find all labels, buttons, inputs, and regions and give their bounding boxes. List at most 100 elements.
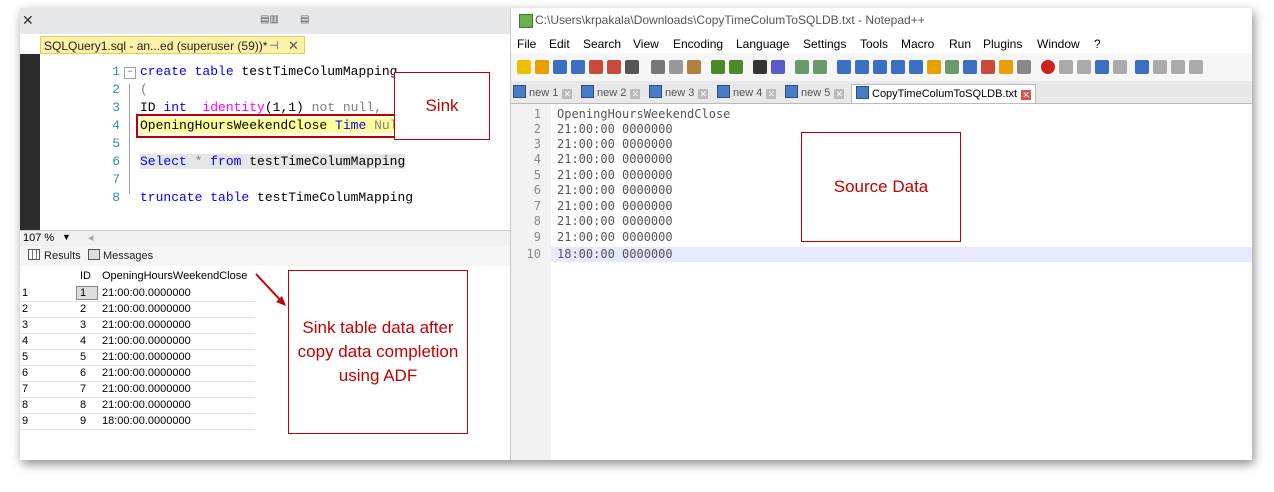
show-all-chars-icon[interactable] xyxy=(891,60,905,74)
save-icon[interactable] xyxy=(553,60,567,74)
close-file-icon[interactable] xyxy=(589,60,603,74)
save-all-icon[interactable] xyxy=(571,60,585,74)
column-header-value[interactable]: OpeningHoursWeekendClose xyxy=(102,270,247,284)
close-tab-icon[interactable]: ✕ xyxy=(834,89,845,99)
zoom-level[interactable]: 107 % xyxy=(23,232,54,244)
plugin-icon[interactable] xyxy=(1153,60,1167,74)
table-row[interactable]: 4 4 21:00:00.0000000 xyxy=(20,334,255,350)
table-row[interactable]: 3 3 21:00:00.0000000 xyxy=(20,318,255,334)
cut-icon[interactable] xyxy=(651,60,665,74)
line-number: 2 xyxy=(533,122,541,136)
print-icon[interactable] xyxy=(625,60,639,74)
code-line-1: create table testTimeColumMapping xyxy=(140,64,398,79)
new-file-icon[interactable] xyxy=(517,60,531,74)
tab-new-2[interactable]: new 2 ✕ xyxy=(581,84,641,102)
query-tab[interactable]: SQLQuery1.sql - an...ed (superuser (59))… xyxy=(40,36,305,54)
menu-file[interactable]: File xyxy=(517,37,536,51)
toolbar-icon[interactable]: ▤ xyxy=(300,14,309,26)
menu-edit[interactable]: Edit xyxy=(549,37,570,51)
close-tab-icon[interactable]: ✕ xyxy=(1021,90,1032,100)
column-header-id[interactable]: ID xyxy=(80,270,91,284)
play-macro-icon[interactable] xyxy=(1077,60,1091,74)
record-macro-icon[interactable] xyxy=(1041,60,1055,74)
file-icon xyxy=(513,85,526,98)
menu-encoding[interactable]: Encoding xyxy=(673,37,723,51)
undo-icon[interactable] xyxy=(711,60,725,74)
table-row[interactable]: 2 2 21:00:00.0000000 xyxy=(20,302,255,318)
tab-messages[interactable]: Messages xyxy=(88,249,153,262)
table-row[interactable]: 7 7 21:00:00.0000000 xyxy=(20,382,255,398)
close-tab-icon[interactable]: ✕ xyxy=(766,89,777,99)
plugin-icon[interactable] xyxy=(1171,60,1185,74)
tab-new-4[interactable]: new 4 ✕ xyxy=(717,84,777,102)
menu-search[interactable]: Search xyxy=(583,37,621,51)
line-number: 8 xyxy=(112,190,120,205)
find-icon[interactable] xyxy=(753,60,767,74)
plugin-icon[interactable] xyxy=(1135,60,1149,74)
table-row[interactable]: 8 8 21:00:00.0000000 xyxy=(20,398,255,414)
ssms-window: ✕ ▤▥ ▤ SQLQuery1.sql - an...ed (superuse… xyxy=(20,8,511,460)
table-row[interactable]: 9 9 18:00:00.0000000 xyxy=(20,414,255,430)
pin-icon[interactable]: ⊣ xyxy=(269,37,279,55)
menu-settings[interactable]: Settings xyxy=(803,37,846,51)
doc-map-icon[interactable] xyxy=(945,60,959,74)
line-number: 6 xyxy=(533,183,541,197)
plugin-icon[interactable] xyxy=(1189,60,1203,74)
menu-tools[interactable]: Tools xyxy=(860,37,888,51)
menu-macro[interactable]: Macro xyxy=(901,37,934,51)
menu-language[interactable]: Language xyxy=(736,37,789,51)
sync-horizontal-icon[interactable] xyxy=(855,60,869,74)
table-row[interactable]: 5 5 21:00:00.0000000 xyxy=(20,350,255,366)
udl-icon[interactable] xyxy=(927,60,941,74)
close-all-icon[interactable] xyxy=(607,60,621,74)
run-macro-multiple-icon[interactable] xyxy=(1095,60,1109,74)
table-row[interactable]: 1 1 21:00:00.0000000 xyxy=(20,286,255,302)
text-editor[interactable]: 1 OpeningHoursWeekendClose 2 21:00:00 00… xyxy=(511,104,1252,460)
indent-guide-icon[interactable] xyxy=(909,60,923,74)
stop-macro-icon[interactable] xyxy=(1059,60,1073,74)
tab-new-3[interactable]: new 3 ✕ xyxy=(649,84,709,102)
zoom-in-icon[interactable] xyxy=(795,60,809,74)
close-tab-icon[interactable]: ✕ xyxy=(698,89,709,99)
save-macro-icon[interactable] xyxy=(1113,60,1127,74)
monitoring-icon[interactable] xyxy=(1017,60,1031,74)
function-list-icon[interactable] xyxy=(963,60,977,74)
text-line: 21:00:00 0000000 xyxy=(557,183,673,197)
open-file-icon[interactable] xyxy=(535,60,549,74)
close-window-icon[interactable]: ✕ xyxy=(22,12,34,29)
menu-run[interactable]: Run xyxy=(949,37,971,51)
copy-icon[interactable] xyxy=(669,60,683,74)
tab-new-5[interactable]: new 5 ✕ xyxy=(785,84,845,102)
menu-view[interactable]: View xyxy=(633,37,659,51)
notepadpp-window: C:\Users\krpakala\Downloads\CopyTimeColu… xyxy=(511,8,1252,460)
replace-icon[interactable] xyxy=(771,60,785,74)
close-tab-icon[interactable]: ✕ xyxy=(630,89,641,99)
window-title: C:\Users\krpakala\Downloads\CopyTimeColu… xyxy=(535,13,925,27)
menu-help[interactable]: ? xyxy=(1094,37,1101,51)
tab-results[interactable]: Results xyxy=(28,249,81,262)
paste-icon[interactable] xyxy=(687,60,701,74)
editor-left-strip xyxy=(20,54,40,230)
menu-plugins[interactable]: Plugins xyxy=(983,37,1022,51)
chevron-down-icon[interactable]: ▼ xyxy=(62,232,71,242)
text-line: 21:00:00 0000000 xyxy=(557,214,673,228)
screenshot-frame: ✕ ▤▥ ▤ SQLQuery1.sql - an...ed (superuse… xyxy=(20,8,1252,460)
zoom-out-icon[interactable] xyxy=(813,60,827,74)
text-line: 21:00:00 0000000 xyxy=(557,152,673,166)
tab-new-1[interactable]: new 1 ✕ xyxy=(513,84,573,102)
collapse-icon[interactable]: − xyxy=(124,67,136,79)
scroll-left-icon[interactable]: ◂ xyxy=(88,231,94,244)
close-tab-icon[interactable]: ✕ xyxy=(562,89,573,99)
folder-workspace-icon[interactable] xyxy=(981,60,995,74)
code-line-2: ( xyxy=(140,82,148,97)
word-wrap-icon[interactable] xyxy=(873,60,887,74)
table-row[interactable]: 6 6 21:00:00.0000000 xyxy=(20,366,255,382)
tab-copytimecolumtosqldb[interactable]: CopyTimeColumToSQLDB.txt ✕ xyxy=(851,84,1037,103)
menu-window[interactable]: Window xyxy=(1037,37,1080,51)
line-number: 4 xyxy=(112,118,120,133)
redo-icon[interactable] xyxy=(729,60,743,74)
sync-vertical-icon[interactable] xyxy=(837,60,851,74)
close-tab-icon[interactable]: ✕ xyxy=(288,37,299,55)
toolbar-icon[interactable]: ▤▥ xyxy=(260,14,279,26)
folder-icon[interactable] xyxy=(999,60,1013,74)
